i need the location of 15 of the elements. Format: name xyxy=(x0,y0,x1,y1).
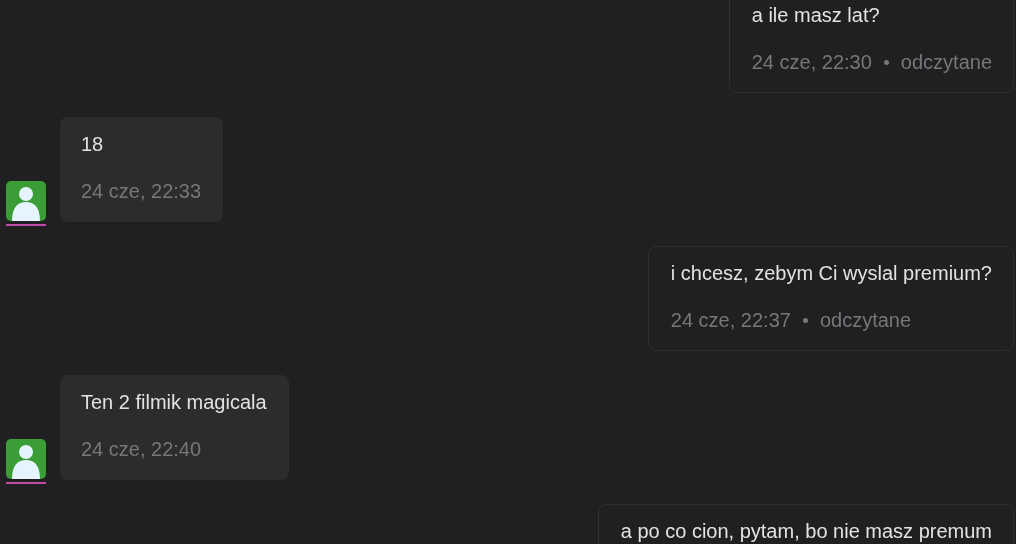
message-time: 24 cze, 22:30 xyxy=(751,50,872,74)
message-text: a ile masz lat? xyxy=(751,3,881,27)
avatar-icon xyxy=(6,439,46,479)
avatar-icon xyxy=(6,181,46,221)
message-text: i chcesz, zebym Ci wyslal premium? xyxy=(670,261,992,285)
message-text: a po co cion, pytam, bo nie masz premum xyxy=(620,519,992,543)
message-time: 24 cze, 22:33 xyxy=(81,179,202,203)
message-text: Ten 2 filmik magicala xyxy=(81,390,267,414)
message-time: 24 cze, 22:40 xyxy=(81,437,202,461)
status-underline xyxy=(6,482,46,484)
message-time: 24 cze, 22:37 xyxy=(670,308,791,332)
read-status: odczytane xyxy=(819,308,912,332)
status-underline xyxy=(6,224,46,226)
read-status: odczytane xyxy=(900,50,992,74)
message-text: 18 xyxy=(81,132,105,156)
